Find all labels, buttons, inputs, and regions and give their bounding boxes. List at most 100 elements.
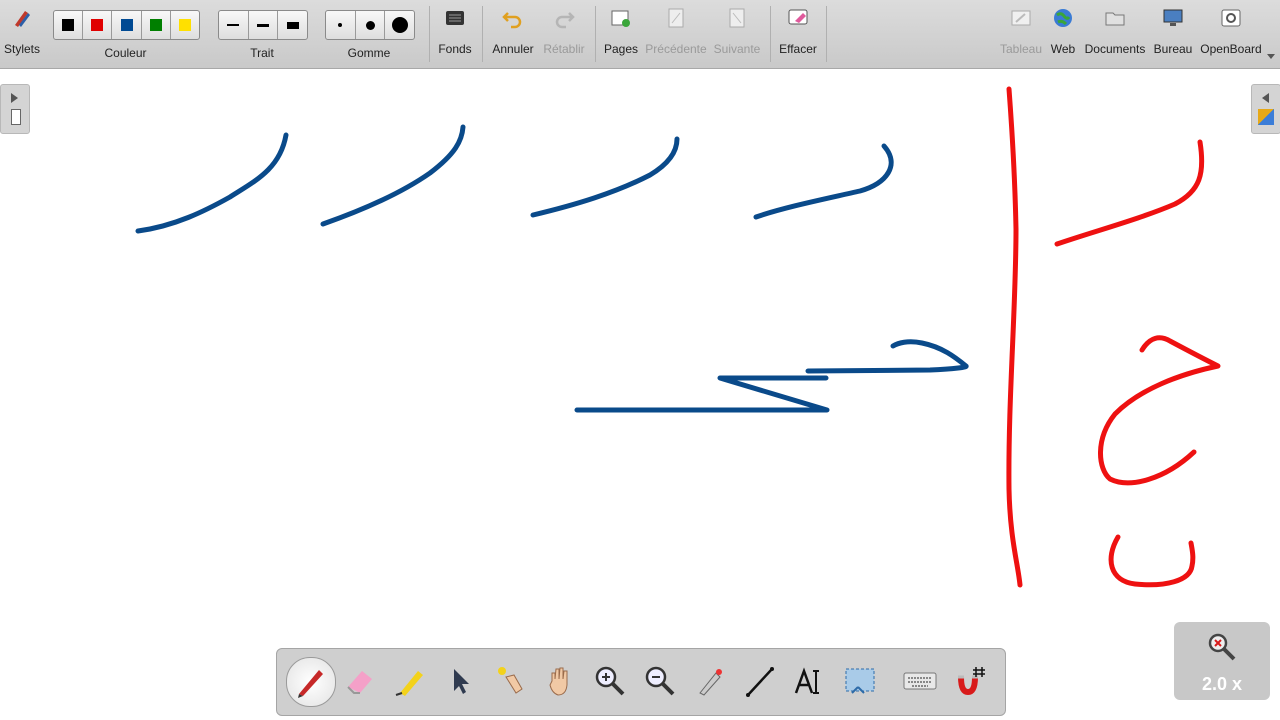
zoom-level-label: 2.0 x (1201, 674, 1243, 694)
pipette-icon (699, 669, 722, 696)
left-palette-toggle[interactable] (0, 84, 30, 134)
ink-stroke-blue (135, 132, 289, 234)
text-tool-button[interactable] (786, 657, 834, 705)
add-page-icon (611, 10, 630, 27)
stroke-thin[interactable] (219, 11, 249, 39)
previous-page-icon (668, 8, 684, 28)
stroke-medium[interactable] (249, 11, 279, 39)
web-button[interactable]: Web (1046, 0, 1080, 68)
capture-icon (845, 668, 875, 694)
stroke-medium-mark (257, 23, 269, 27)
eraser-small-dot (338, 23, 343, 27)
laser-pointer-tool-button[interactable] (686, 657, 734, 705)
pen-icon (298, 670, 323, 698)
annuler-button[interactable]: Annuler (490, 0, 536, 68)
separator (595, 6, 596, 62)
whiteboard-canvas[interactable] (0, 69, 1280, 720)
precedente-label: Précédente (645, 42, 707, 56)
pages-thumbnail-icon (11, 109, 21, 125)
zoom-in-tool-button[interactable] (586, 657, 634, 705)
color-green[interactable] (142, 11, 171, 39)
hand-icon (549, 667, 568, 696)
highlighter-icon (395, 671, 423, 696)
color-selector (53, 10, 200, 40)
openboard-button[interactable]: OpenBoard (1198, 0, 1264, 68)
eraser-large-dot (391, 17, 408, 33)
openboard-label: OpenBoard (1200, 42, 1262, 56)
precedente-button[interactable]: Précédente (644, 0, 708, 68)
zoom-out-icon (645, 666, 675, 696)
line-tool-button[interactable] (736, 657, 784, 705)
background-grid-icon (446, 11, 464, 25)
ink-stroke-blue (574, 375, 830, 413)
pen-tool-button[interactable] (286, 657, 336, 707)
globe-icon (1054, 9, 1072, 27)
effacer-label: Effacer (779, 42, 817, 56)
zoom-in-icon (595, 666, 625, 696)
color-black[interactable] (54, 11, 84, 39)
eraser-small[interactable] (326, 11, 356, 39)
documents-label: Documents (1084, 42, 1146, 56)
fonds-button[interactable]: Fonds (434, 0, 476, 68)
stylets-label: Stylets (3, 42, 40, 56)
redo-icon (555, 12, 575, 29)
undo-icon (502, 12, 522, 29)
right-palette-toggle[interactable] (1251, 84, 1280, 134)
trait-label: Trait (250, 46, 274, 60)
suivante-button[interactable]: Suivante (710, 0, 764, 68)
interact-tool-button[interactable] (486, 657, 534, 705)
suivante-label: Suivante (713, 42, 761, 56)
zoom-indicator[interactable]: 2.0 x (1174, 622, 1270, 700)
main-toolbar: Stylets Couleur Trait Gomme Fonds Annule… (0, 0, 1280, 69)
stroke-width-selector (218, 10, 308, 40)
pages-button[interactable]: Pages (600, 0, 642, 68)
hand-tool-button[interactable] (536, 657, 584, 705)
color-red[interactable] (83, 11, 113, 39)
keyboard-tool-button[interactable] (896, 657, 944, 705)
annuler-label: Annuler (492, 42, 534, 56)
stylets-button[interactable]: Stylets (0, 0, 44, 68)
ink-stroke-blue (753, 143, 894, 220)
gear-icon (1221, 9, 1241, 27)
zoom-out-tool-button[interactable] (636, 657, 684, 705)
color-blue[interactable] (112, 11, 142, 39)
line-icon (746, 667, 774, 697)
tableau-button[interactable]: Tableau (998, 0, 1044, 68)
stylets-icon (15, 11, 30, 27)
retablir-label: Rétablir (543, 42, 585, 56)
magnet-grid-icon (958, 667, 985, 695)
swatch-red (91, 19, 104, 31)
bureau-button[interactable]: Bureau (1150, 0, 1196, 68)
triangle-right-icon (11, 93, 18, 103)
folder-icon (1105, 12, 1125, 26)
ink-stroke-red (1108, 534, 1196, 588)
bureau-label: Bureau (1153, 42, 1193, 56)
stroke-thick[interactable] (278, 11, 307, 39)
menu-dropdown-icon[interactable] (1267, 54, 1275, 59)
select-tool-button[interactable] (436, 657, 484, 705)
gomme-label: Gomme (347, 46, 391, 60)
pages-label: Pages (603, 42, 639, 56)
eraser-large[interactable] (385, 11, 414, 39)
zoom-reset-icon (1208, 633, 1236, 661)
color-yellow[interactable] (171, 11, 199, 39)
couleur-label: Couleur (104, 46, 147, 60)
text-icon (794, 667, 819, 694)
eraser-tool-button[interactable] (336, 657, 384, 705)
documents-button[interactable]: Documents (1082, 0, 1148, 68)
separator (429, 6, 430, 62)
snap-grid-tool-button[interactable] (946, 657, 994, 705)
highlighter-tool-button[interactable] (386, 657, 434, 705)
separator (482, 6, 483, 62)
eraser-medium[interactable] (356, 11, 386, 39)
next-page-icon (729, 8, 745, 28)
board-icon (1011, 10, 1031, 26)
ink-stroke-blue (530, 136, 680, 218)
laser-hand-icon (498, 667, 523, 694)
retablir-button[interactable]: Rétablir (540, 0, 588, 68)
eraser-medium-dot (365, 20, 375, 30)
effacer-button[interactable]: Effacer (776, 0, 820, 68)
web-label: Web (1050, 42, 1076, 56)
ink-stroke-blue (320, 124, 466, 227)
capture-tool-button[interactable] (836, 657, 884, 705)
